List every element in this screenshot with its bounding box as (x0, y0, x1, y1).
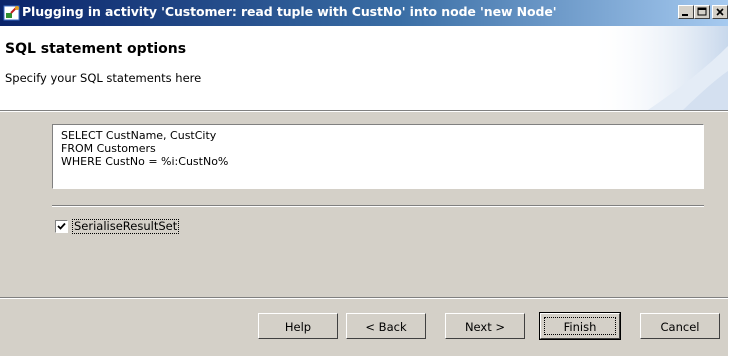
minimize-icon (682, 14, 688, 16)
content-separator (52, 205, 704, 207)
minimize-button[interactable] (678, 5, 694, 19)
back-button-label: < Back (365, 320, 407, 334)
plug-in-app-icon (3, 5, 20, 21)
help-button-label: Help (284, 320, 312, 334)
next-button[interactable]: Next > (445, 313, 525, 339)
page-title: SQL statement options (5, 41, 187, 57)
background-strip (728, 0, 734, 356)
next-button-label: Next > (464, 320, 506, 334)
serialise-result-set-checkbox[interactable] (55, 220, 68, 233)
close-icon (716, 8, 724, 16)
serialise-result-set-label[interactable]: SerialiseResultSet (72, 219, 180, 234)
page-subtitle: Specify your SQL statements here (5, 71, 202, 85)
window-title: Plugging in activity 'Customer: read tup… (22, 4, 557, 19)
cancel-button[interactable]: Cancel (640, 313, 720, 339)
cancel-button-label: Cancel (660, 320, 700, 334)
wizard-header: SQL statement options Specify your SQL s… (0, 26, 728, 110)
maximize-icon (697, 7, 707, 16)
title-bar[interactable]: Plugging in activity 'Customer: read tup… (0, 0, 728, 26)
finish-focus-ring (544, 317, 616, 335)
close-button[interactable] (712, 5, 728, 19)
finish-button[interactable]: Finish (539, 312, 621, 340)
maximize-button[interactable] (694, 5, 710, 19)
back-button[interactable]: < Back (346, 313, 426, 339)
sql-statement-input[interactable]: SELECT CustName, CustCity FROM Customers… (52, 124, 704, 189)
help-button[interactable]: Help (258, 313, 338, 339)
footer-separator (0, 297, 728, 299)
wizard-window: Plugging in activity 'Customer: read tup… (0, 0, 728, 356)
checkmark-icon (57, 222, 66, 230)
header-separator (0, 110, 728, 112)
header-decoration-icon (588, 26, 728, 110)
